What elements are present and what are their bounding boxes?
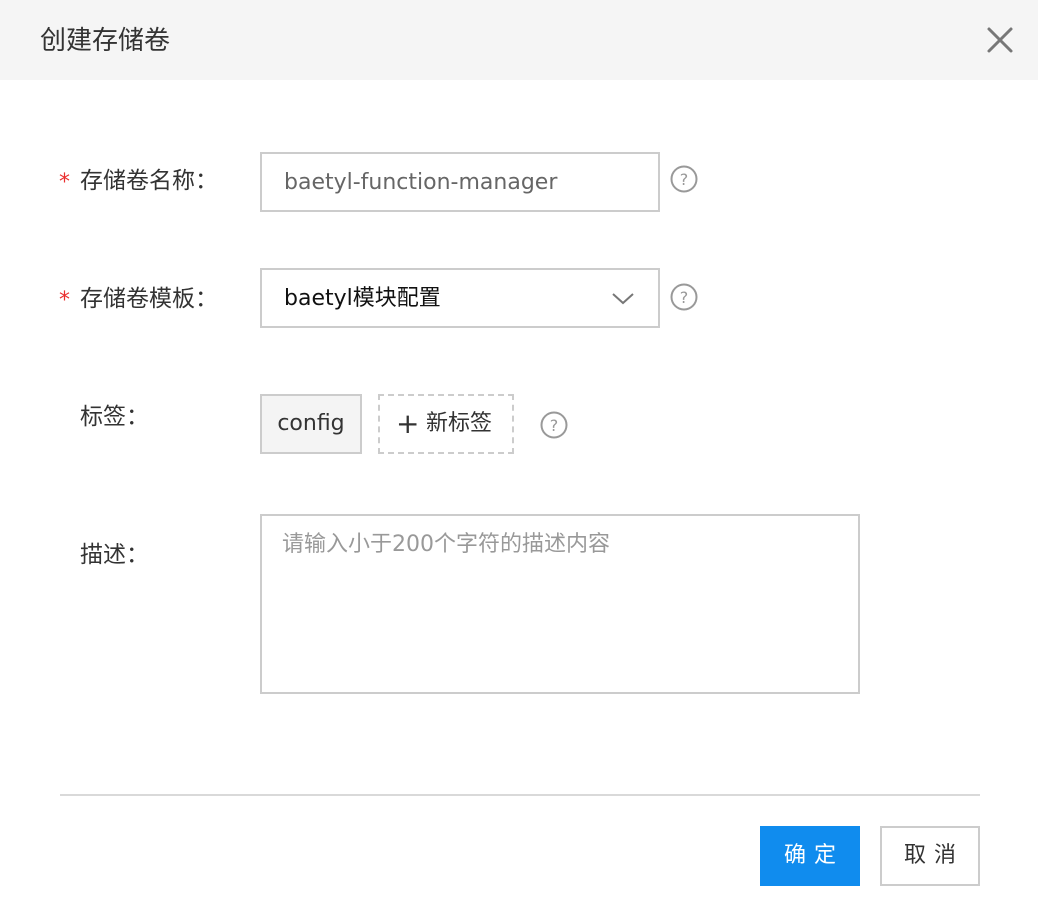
chevron-down-icon [612, 293, 634, 305]
confirm-button[interactable]: 确定 [760, 826, 860, 886]
volume-name-help-button[interactable]: ? [669, 164, 699, 194]
description-textarea[interactable] [260, 514, 860, 694]
question-circle-icon: ? [670, 283, 698, 311]
dialog-header: 创建存储卷 [0, 0, 1038, 80]
footer-divider [60, 794, 980, 796]
volume-name-input[interactable]: baetyl-function-manager [260, 152, 660, 212]
plus-icon: + [396, 407, 420, 440]
required-mark: * [59, 170, 70, 195]
volume-template-label: 存储卷模板： [80, 286, 218, 312]
svg-text:?: ? [550, 416, 559, 435]
volume-template-select[interactable]: baetyl模块配置 [260, 268, 660, 328]
volume-template-selected: baetyl模块配置 [284, 286, 441, 311]
cancel-button[interactable]: 取消 [880, 826, 980, 886]
svg-text:?: ? [680, 170, 689, 189]
add-tag-label: 新标签 [426, 411, 493, 436]
question-circle-icon: ? [670, 165, 698, 193]
tags-label: 标签： [80, 404, 149, 430]
add-tag-button[interactable]: + 新标签 [378, 394, 514, 454]
volume-template-help-button[interactable]: ? [669, 282, 699, 312]
close-button[interactable] [982, 22, 1018, 58]
tag-chip[interactable]: config [260, 394, 362, 454]
volume-name-value: baetyl-function-manager [284, 170, 558, 195]
question-circle-icon: ? [540, 411, 568, 439]
dialog-title: 创建存储卷 [40, 26, 171, 56]
description-label: 描述： [80, 542, 149, 568]
volume-name-label: 存储卷名称： [80, 168, 218, 194]
svg-text:?: ? [680, 288, 689, 307]
create-volume-dialog: 创建存储卷 * 存储卷名称： baetyl-function-manager ?… [0, 0, 1038, 916]
tags-help-button[interactable]: ? [539, 410, 569, 440]
close-icon [987, 27, 1013, 53]
required-mark: * [59, 288, 70, 313]
